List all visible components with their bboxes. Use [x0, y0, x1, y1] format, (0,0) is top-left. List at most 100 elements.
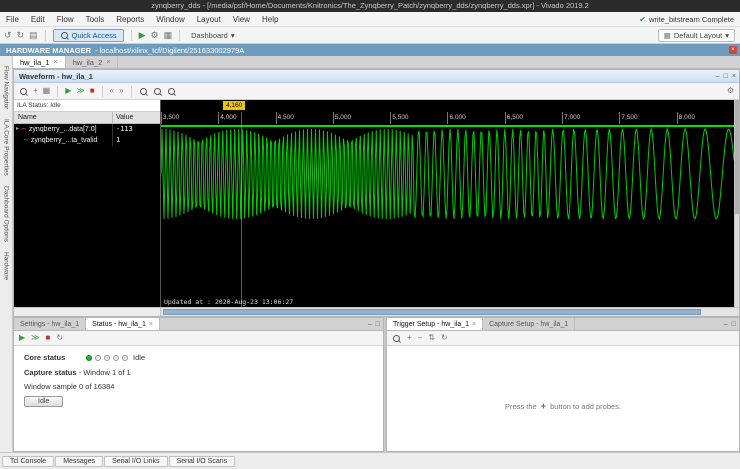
dashboard-dropdown[interactable]: Dashboard ▾: [187, 30, 238, 41]
signal-value: 1: [112, 135, 160, 146]
menu-view[interactable]: View: [227, 12, 256, 27]
signal-rows: ▸ ∼ zynqberry_...data[7:0] -113 ∼ zynqbe…: [14, 124, 160, 307]
next-marker-icon[interactable]: »: [119, 87, 123, 95]
status-panel: Settings - hw_ila_1 Status - hw_ila_1 × …: [13, 317, 384, 452]
minimize-icon[interactable]: –: [368, 318, 372, 331]
close-icon[interactable]: ×: [149, 321, 153, 328]
previous-marker-icon[interactable]: «: [110, 87, 114, 95]
bottom-view-bar: Tcl Console Messages Serial I/O Links Se…: [0, 452, 740, 469]
waveform-panel-header[interactable]: Waveform - hw_ila_1 – □ ×: [14, 70, 739, 83]
menu-edit[interactable]: Edit: [25, 12, 51, 27]
undo-icon[interactable]: ↺: [4, 31, 12, 40]
sidebar-item-hardware[interactable]: Hardware: [3, 252, 10, 280]
dashboard-panels: Settings - hw_ila_1 Status - hw_ila_1 × …: [13, 317, 740, 452]
maximize-icon[interactable]: □: [732, 318, 736, 331]
wave-window-icon[interactable]: ▦: [43, 87, 51, 95]
tab-hw-ila-1[interactable]: hw_ila_1 ×: [13, 56, 66, 68]
run-immediate-icon[interactable]: ≫: [76, 87, 84, 95]
banner-target: - localhost/xilinx_tcf/Digilent/25163300…: [95, 46, 244, 55]
tab-tcl-console[interactable]: Tcl Console: [2, 456, 54, 467]
tab-messages[interactable]: Messages: [55, 456, 103, 467]
close-icon[interactable]: ×: [106, 59, 110, 66]
refresh-icon[interactable]: ↻: [56, 334, 63, 342]
tab-capture-setup[interactable]: Capture Setup - hw_ila_1: [483, 318, 575, 330]
sidebar-item-flow-navigator[interactable]: Flow Navigator: [3, 66, 10, 109]
menu-file[interactable]: File: [0, 12, 25, 27]
tab-serial-io-links[interactable]: Serial I/O Links: [104, 456, 167, 467]
close-icon[interactable]: ×: [732, 70, 736, 83]
column-name[interactable]: Name: [14, 112, 112, 123]
save-icon[interactable]: ▤: [29, 31, 38, 40]
signal-row-data[interactable]: ▸ ∼ zynqberry_...data[7:0] -113: [14, 124, 160, 135]
stop-trigger-icon[interactable]: ■: [46, 334, 51, 342]
document-tab-bar: hw_ila_1 × hw_ila_2 ×: [13, 56, 740, 69]
ruler-tick: 8,000: [677, 112, 734, 124]
wave-horizontal-scrollbar[interactable]: [14, 307, 739, 316]
tab-serial-io-scans[interactable]: Serial I/O Scans: [169, 456, 236, 467]
wave-plot-area[interactable]: 4,160 3,500 4,000 4,500 5,000 5,500 6,00…: [161, 100, 734, 307]
zoom-out-icon[interactable]: [153, 87, 162, 96]
run-trigger-icon[interactable]: ▶: [65, 87, 71, 95]
menu-bar: File Edit Flow Tools Reports Window Layo…: [0, 12, 740, 27]
zoom-fit-icon[interactable]: [167, 87, 176, 96]
name-pane-scroll-track[interactable]: [14, 308, 161, 316]
time-marker-label[interactable]: 4,160: [223, 101, 245, 110]
close-icon[interactable]: ×: [472, 321, 476, 328]
time-ruler: 3,500 4,000 4,500 5,000 5,500 6,000 6,50…: [161, 112, 734, 124]
close-icon[interactable]: ×: [54, 59, 58, 66]
tab-status-hw-ila-1[interactable]: Status - hw_ila_1 ×: [86, 318, 160, 330]
tab-hw-ila-2[interactable]: hw_ila_2 ×: [66, 56, 119, 68]
time-marker-line[interactable]: [241, 112, 242, 307]
wave-canvas[interactable]: [161, 124, 734, 307]
zoom-in-icon[interactable]: [139, 87, 148, 96]
banner-close-icon[interactable]: ×: [729, 46, 737, 54]
wave-settings-gear-icon[interactable]: ⚙: [727, 87, 734, 95]
signal-row-tvalid[interactable]: ∼ zynqberry_...ta_tvalid 1: [14, 135, 160, 146]
core-status-label: Core status: [24, 353, 86, 362]
expand-icon[interactable]: ▸: [16, 124, 19, 135]
layout-select-value: Default Layout: [674, 31, 722, 40]
tab-trigger-setup[interactable]: Trigger Setup - hw_ila_1 ×: [387, 318, 483, 330]
run-trigger-icon[interactable]: ▶: [19, 334, 25, 342]
layout-select[interactable]: ▦ Default Layout ▾: [658, 29, 735, 42]
remove-probe-icon[interactable]: −: [418, 334, 423, 342]
toolbar-separator: [57, 86, 58, 97]
menu-tools[interactable]: Tools: [80, 12, 111, 27]
run-status[interactable]: ✔ write_bitstream Complete: [639, 12, 734, 27]
search-icon[interactable]: [392, 334, 401, 343]
wave-vertical-scrollbar[interactable]: [734, 100, 739, 307]
maximize-icon[interactable]: □: [724, 70, 728, 83]
reports-grid-icon[interactable]: ▦: [164, 31, 173, 40]
wave-scroll-track[interactable]: [161, 308, 739, 316]
quick-access-button[interactable]: Quick Access: [53, 29, 124, 42]
sidebar-item-ila-core-properties[interactable]: ILA Core Properties: [3, 119, 10, 176]
stop-trigger-icon[interactable]: ■: [90, 87, 95, 95]
menu-flow[interactable]: Flow: [51, 12, 80, 27]
reorder-icon[interactable]: ⇅: [428, 334, 435, 342]
run-icon[interactable]: ▶: [139, 31, 146, 40]
minimize-icon[interactable]: –: [724, 318, 728, 331]
minimize-icon[interactable]: –: [716, 70, 720, 83]
add-probe-icon[interactable]: +: [407, 334, 412, 342]
sidebar-item-dashboard-options[interactable]: Dashboard Options: [3, 186, 10, 242]
menu-layout[interactable]: Layout: [191, 12, 227, 27]
menu-reports[interactable]: Reports: [110, 12, 150, 27]
settings-gear-icon[interactable]: ⚙: [151, 31, 159, 40]
status-dot: [104, 355, 110, 361]
signal-name: zynqberry_...data[7:0]: [29, 124, 97, 135]
tab-capture-label: Capture Setup - hw_ila_1: [489, 321, 568, 328]
tab-settings-hw-ila-1[interactable]: Settings - hw_ila_1: [14, 318, 86, 330]
run-immediate-icon[interactable]: ≫: [31, 334, 39, 342]
wave-scroll-thumb[interactable]: [163, 309, 701, 315]
column-value[interactable]: Value: [112, 112, 160, 123]
ruler-tick: 4,000: [218, 112, 275, 124]
maximize-icon[interactable]: □: [376, 318, 380, 331]
status-dot: [122, 355, 128, 361]
menu-window[interactable]: Window: [150, 12, 190, 27]
menu-help[interactable]: Help: [256, 12, 284, 27]
add-signal-icon[interactable]: +: [33, 87, 38, 95]
redo-icon[interactable]: ↻: [17, 31, 25, 40]
vivado-window: zynqberry_dds - [/media/psf/Home/Documen…: [0, 0, 740, 469]
wave-search-icon[interactable]: [19, 87, 28, 96]
refresh-icon[interactable]: ↻: [441, 334, 448, 342]
